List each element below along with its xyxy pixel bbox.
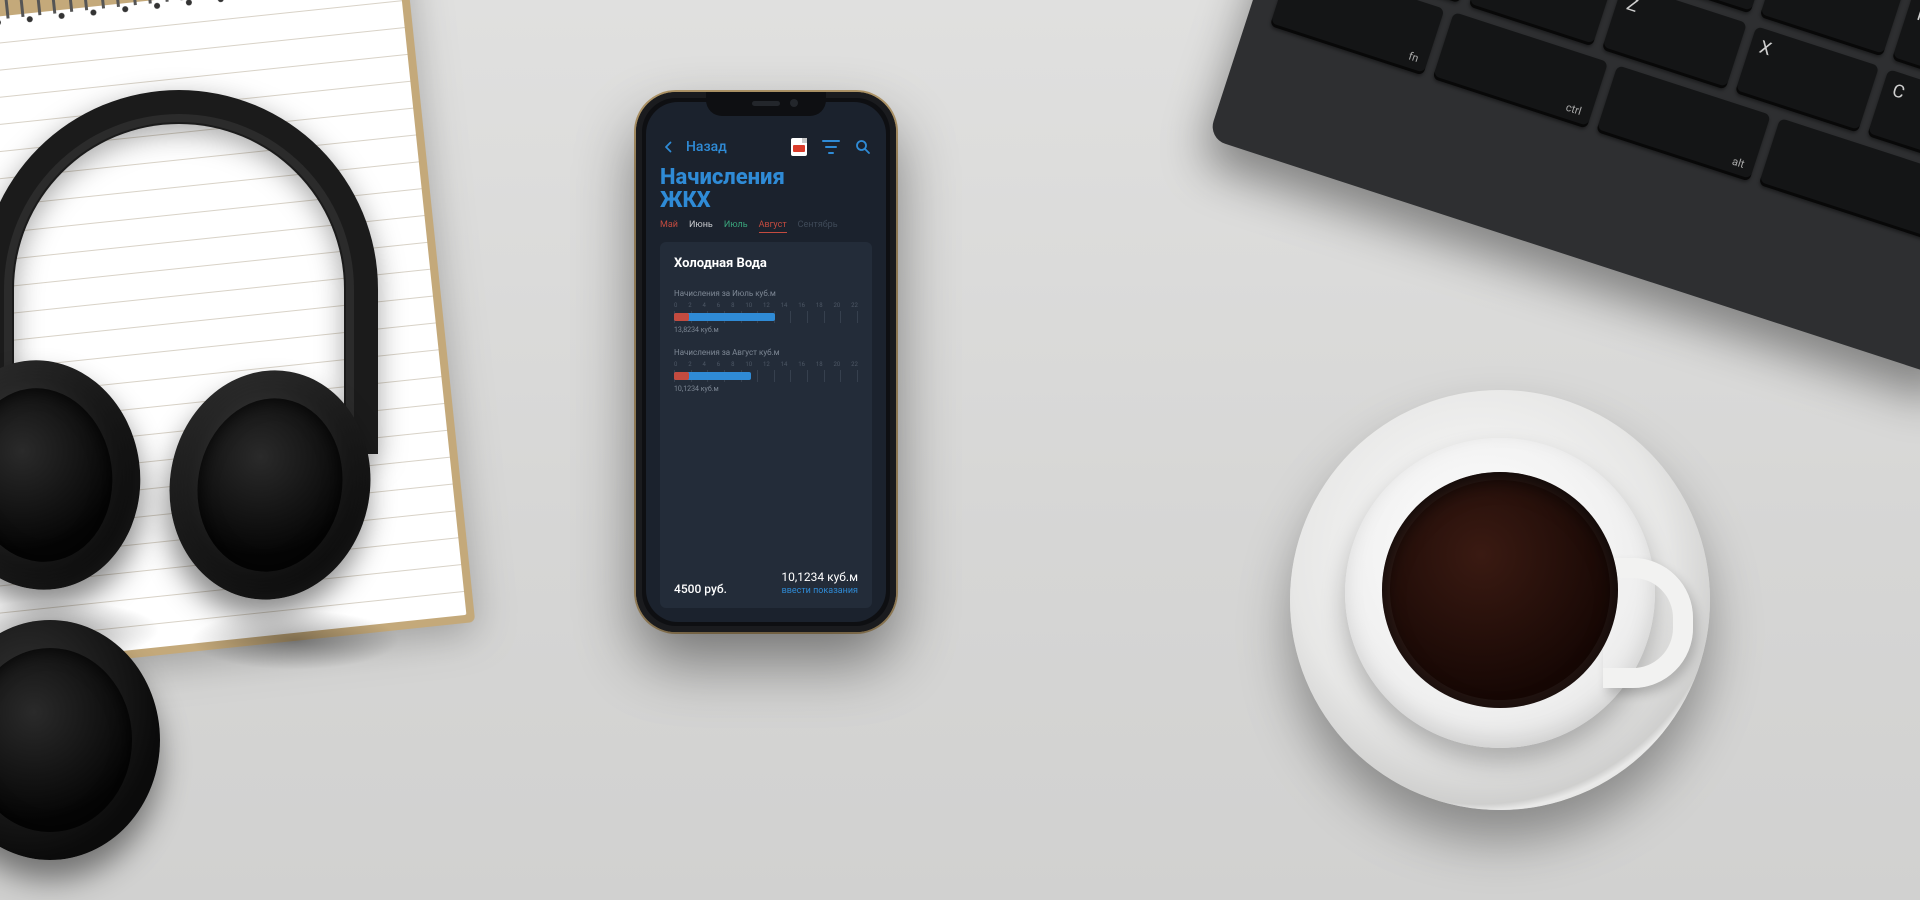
phone-screen: Назад НачисленияЖКХ (646, 102, 886, 622)
meter-scale: 0246810121416182022 (674, 361, 858, 368)
meter-block-august: Начисления за Август куб.м 0246810121416… (674, 348, 858, 407)
search-icon (854, 138, 872, 156)
enter-readings-link[interactable]: ввести показания (781, 586, 858, 596)
pdf-icon (791, 138, 807, 156)
desk-scene: § Q W E R T tab A S D F ⇧ ~ Z X C fn ctr… (0, 0, 1920, 900)
keyboard-prop: § Q W E R T tab A S D F ⇧ ~ Z X C fn ctr… (1208, 0, 1920, 379)
price-value: 4500 руб. (674, 582, 727, 596)
key-fn: fn (1270, 0, 1445, 76)
volume-value: 10,1234 куб.м (781, 570, 858, 584)
phone-frame: Назад НачисленияЖКХ (636, 92, 896, 632)
bar-usage (674, 313, 775, 321)
meter-label: Начисления за Август куб.м (674, 348, 858, 357)
tab-jun[interactable]: Июнь (689, 220, 713, 230)
meter-value: 13,8234 куб.м (674, 326, 858, 334)
filter-button[interactable] (822, 138, 840, 156)
search-button[interactable] (854, 138, 872, 156)
app-topbar: Назад (660, 138, 872, 156)
meter-scale: 0246810121416182022 (674, 302, 858, 309)
coffee-prop (1290, 390, 1710, 810)
meter-value: 10,1234 куб.м (674, 385, 858, 393)
meter-bar (674, 370, 858, 382)
card-title: Холодная Вода (674, 256, 858, 271)
filter-icon (822, 140, 840, 154)
tab-sep[interactable]: Сентябрь (798, 220, 838, 230)
bar-base (674, 313, 689, 321)
tab-jul[interactable]: Июль (724, 220, 748, 230)
phone-notch (706, 92, 826, 116)
tab-may[interactable]: Май (660, 220, 678, 230)
back-label: Назад (686, 139, 727, 155)
utility-card: Холодная Вода Начисления за Июль куб.м 0… (660, 242, 872, 608)
meter-bar (674, 311, 858, 323)
month-tabs: Май Июнь Июль Август Сентябрь (660, 220, 872, 230)
headphones-prop (0, 60, 450, 710)
arrow-left-icon (660, 138, 678, 156)
tab-aug-active[interactable]: Август (759, 220, 787, 230)
page-title: НачисленияЖКХ (660, 166, 872, 212)
pdf-export-button[interactable] (790, 138, 808, 156)
bar-base (674, 372, 689, 380)
meter-label: Начисления за Июль куб.м (674, 289, 858, 298)
meter-block-july: Начисления за Июль куб.м 024681012141618… (674, 289, 858, 348)
card-footer: 4500 руб. 10,1234 куб.м ввести показания (674, 570, 858, 596)
app-root: Назад НачисленияЖКХ (646, 102, 886, 622)
back-button[interactable]: Назад (660, 138, 727, 156)
